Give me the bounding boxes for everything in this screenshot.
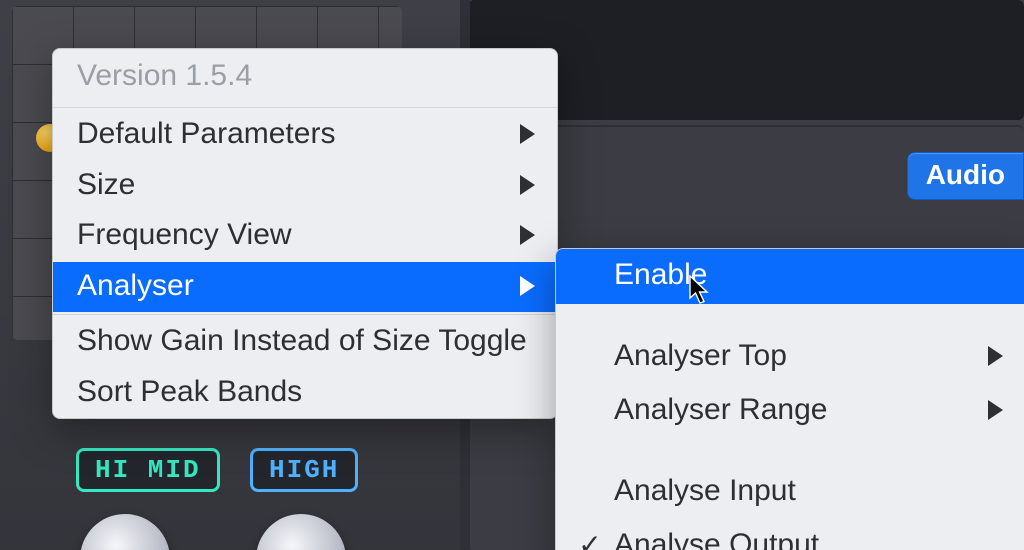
menu-separator [53,314,557,315]
submenu-item-analyser-range[interactable]: Analyser Range [556,384,1024,439]
submenu-item-analyse-output[interactable]: ✓ Analyse Output [556,519,1024,550]
knob-high[interactable] [256,514,346,550]
menu-item-label: Sort Peak Bands [77,372,535,413]
submenu-item-label: Analyser Top [606,336,988,377]
menu-item-label: Show Gain Instead of Size Toggle [77,321,535,362]
submenu-item-label: Analyser Range [606,390,988,431]
menu-item-label: Size [77,165,520,206]
menu-item-frequency-view[interactable]: Frequency View [53,211,557,262]
submenu-arrow-icon [520,276,535,296]
menu-item-analyser[interactable]: Analyser [53,262,557,313]
menu-item-label: Default Parameters [77,114,520,155]
check-icon: ✓ [574,526,606,550]
submenu-arrow-icon [520,225,535,245]
audio-button[interactable]: Audio [907,152,1024,200]
submenu-arrow-icon [520,175,535,195]
submenu-item-label: Enable [606,255,1003,296]
menu-separator [53,107,557,108]
menu-item-show-gain-toggle[interactable]: Show Gain Instead of Size Toggle [53,317,557,368]
plugin-window: Audio HI MID HIGH Version 1.5.4 Default … [0,0,1024,550]
menu-version-label: Version 1.5.4 [53,49,557,105]
submenu-gap [556,304,1024,330]
submenu-item-enable[interactable]: Enable [556,249,1024,304]
analyser-submenu: Enable Analyser Top Analyser Range Analy… [555,248,1024,550]
submenu-arrow-icon [520,124,535,144]
knob-hi-mid[interactable] [80,514,170,550]
band-hi-mid-chip[interactable]: HI MID [76,448,220,492]
menu-item-sort-peak-bands[interactable]: Sort Peak Bands [53,368,557,419]
context-menu: Version 1.5.4 Default Parameters Size Fr… [52,48,558,419]
submenu-item-analyse-input[interactable]: Analyse Input [556,465,1024,520]
submenu-gap [556,439,1024,465]
submenu-item-analyser-top[interactable]: Analyser Top [556,330,1024,385]
submenu-arrow-icon [988,400,1003,420]
menu-item-size[interactable]: Size [53,161,557,212]
submenu-item-label: Analyse Output [606,525,1003,550]
menu-item-label: Analyser [77,266,520,307]
menu-item-default-parameters[interactable]: Default Parameters [53,110,557,161]
band-high-chip[interactable]: HIGH [250,448,358,492]
menu-item-label: Frequency View [77,215,520,256]
submenu-arrow-icon [988,346,1003,366]
submenu-item-label: Analyse Input [606,471,1003,512]
